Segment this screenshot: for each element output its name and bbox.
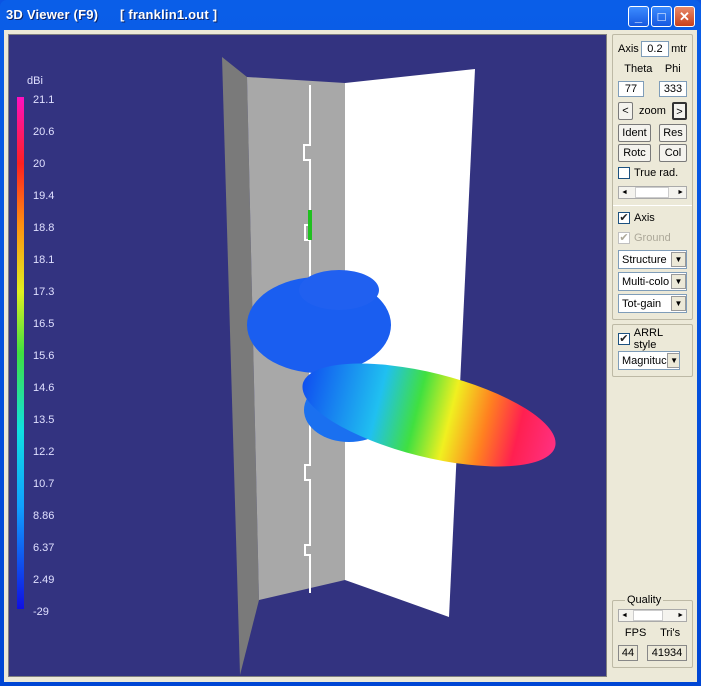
axis-label: Axis — [618, 43, 639, 55]
theta-label: Theta — [624, 63, 653, 75]
rotc-button[interactable]: Rotc — [618, 144, 651, 162]
3d-viewport[interactable]: dBi 21.1 20.6 20 19.4 18.8 18.1 17.3 16.5 15.6 14… — [8, 34, 607, 677]
colorbar-tick-label: 20.6 — [33, 126, 55, 138]
file-name: [ franklin1.out ] — [119, 7, 218, 22]
quality-group: Quality ◄ ► FPS Tri's 44 41934 — [612, 594, 693, 668]
quality-label: Quality — [625, 594, 664, 606]
view-group: Axis 0.2 mtr Theta Phi 77 333 < zoom > Ident Re… — [612, 34, 693, 320]
colorbar-tick-label: 16.5 — [33, 318, 55, 330]
ground-chk-label: Ground — [634, 232, 671, 244]
zoom-label: zoom — [639, 105, 666, 117]
gain-select[interactable]: Tot-gain ▼ — [618, 294, 687, 313]
chevron-down-icon: ▼ — [666, 353, 679, 368]
pattern-scene — [17, 57, 556, 675]
colorbar-tick-label: 6.37 — [33, 542, 55, 554]
col-button[interactable]: Col — [659, 144, 687, 162]
phi-label: Phi — [664, 63, 681, 75]
axis-unit: mtr — [671, 43, 687, 55]
colorbar-tick-label: 14.6 — [33, 382, 55, 394]
window-title: Viewer (F9) — [26, 7, 99, 22]
chevron-down-icon: ▼ — [671, 296, 686, 311]
colorbar-tick-label: 12.2 — [33, 446, 55, 458]
true-rad-label: True rad. — [634, 167, 679, 179]
quality-slider[interactable]: ◄ ► — [618, 609, 687, 622]
colorbar-tick-label: 17.3 — [33, 286, 55, 298]
zoom-out-button[interactable]: < — [618, 102, 633, 120]
client-area: dBi 21.1 20.6 20 19.4 18.8 18.1 17.3 16.5 15.6 14… — [4, 30, 697, 682]
arrl-style-checkbox[interactable]: ✔ — [618, 333, 630, 345]
arrl-style-label: ARRL style — [633, 327, 663, 351]
zoom-in-button[interactable]: > — [672, 102, 687, 120]
ident-button[interactable]: Ident — [618, 124, 651, 142]
phi-input[interactable]: 333 — [659, 81, 687, 97]
viewer-window: 3D Viewer (F9) [ franklin1.out ] _ □ ✕ d… — [0, 0, 701, 686]
colorbar-tick-label: 20 — [33, 158, 46, 170]
axis-checkbox[interactable]: ✔ — [618, 212, 630, 224]
colorbar-tick-label: 13.5 — [33, 414, 55, 426]
chevron-down-icon: ▼ — [671, 252, 686, 267]
chevron-down-icon: ▼ — [671, 274, 686, 289]
title-bar: 3D Viewer (F9) [ franklin1.out ] — [6, 7, 217, 22]
colorbar-tick-label: -29 — [33, 606, 49, 618]
true-rad-checkbox[interactable] — [618, 167, 630, 179]
view-slider[interactable]: ◄ ► — [618, 186, 687, 199]
theta-input[interactable]: 77 — [618, 81, 644, 97]
colorbar-tick-label: 8.86 — [33, 510, 55, 522]
colorbar-tick-label: 10.7 — [33, 478, 55, 490]
tris-value: 41934 — [647, 645, 687, 661]
maximize-button[interactable]: □ — [651, 6, 672, 27]
arrl-group: ✔ ARRL style Magnituc ▼ — [612, 324, 693, 377]
colorbar — [17, 97, 24, 609]
upper-lobe — [299, 270, 379, 310]
app-3d-icon: 3D — [6, 7, 24, 22]
colorbar-unit: dBi — [27, 75, 43, 87]
colorbar-tick-label: 15.6 — [33, 350, 55, 362]
colorbar-tick-label: 18.8 — [33, 222, 55, 234]
colorbar-tick-label: 18.1 — [33, 254, 55, 266]
feed-point — [308, 210, 312, 240]
colorbar-tick-label: 2.49 — [33, 574, 55, 586]
axis-input[interactable]: 0.2 — [640, 41, 669, 57]
colorbar-tick-label: 19.4 — [33, 190, 55, 202]
color-select[interactable]: Multi-colo ▼ — [618, 272, 687, 291]
magnitude-select[interactable]: Magnituc ▼ — [618, 351, 680, 370]
axis-chk-label: Axis — [634, 212, 655, 224]
control-panel: Axis 0.2 mtr Theta Phi 77 333 < zoom > Ident Re… — [612, 34, 693, 668]
tris-label: Tri's — [660, 627, 681, 639]
colorbar-tick-label: 21.1 — [33, 94, 55, 106]
fps-value: 44 — [618, 645, 638, 661]
fps-label: FPS — [624, 627, 647, 639]
close-button[interactable]: ✕ — [674, 6, 695, 27]
ground-checkbox: ✔ — [618, 232, 630, 244]
res-button[interactable]: Res — [659, 124, 687, 142]
minimize-button[interactable]: _ — [628, 6, 649, 27]
structure-select[interactable]: Structure ▼ — [618, 250, 687, 269]
